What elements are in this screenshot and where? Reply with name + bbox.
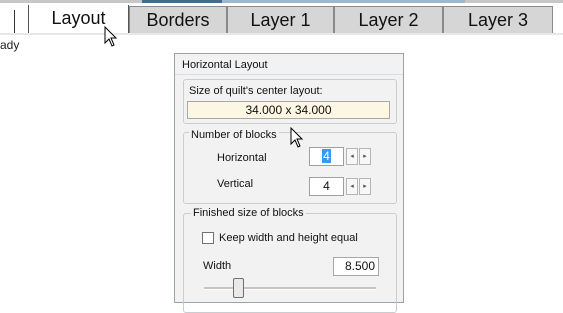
tab-layer-2[interactable]: Layer 2 xyxy=(334,6,443,33)
tab-label: Layer 3 xyxy=(467,10,529,30)
titlebar-accent xyxy=(142,0,222,3)
center-size-label: Size of quilt's center layout: xyxy=(189,85,323,97)
horizontal-blocks-value: 4 xyxy=(322,149,331,163)
tab-borders[interactable]: Borders xyxy=(129,6,227,33)
horizontal-label: Horizontal xyxy=(217,152,267,164)
spin-left-icon[interactable]: ◂ xyxy=(346,148,358,165)
panel-title: Horizontal Layout xyxy=(182,59,268,71)
spin-right-icon[interactable]: ▸ xyxy=(359,148,371,165)
spin-left-icon[interactable]: ◂ xyxy=(346,178,358,195)
titlebar-accent-light xyxy=(222,0,465,3)
arrow-cursor-icon xyxy=(104,26,118,47)
center-size-value: 34.000 x 34.000 xyxy=(187,101,390,119)
tab-layer-3[interactable]: Layer 3 xyxy=(443,6,553,33)
status-text: ady xyxy=(0,38,20,52)
tab-label: Layer 2 xyxy=(358,10,419,30)
width-slider-thumb[interactable] xyxy=(233,278,244,298)
arrow-cursor-icon xyxy=(290,127,304,148)
spin-right-icon[interactable]: ▸ xyxy=(359,178,371,195)
tab-label: Borders xyxy=(146,10,210,30)
vertical-blocks-input[interactable]: 4 xyxy=(309,177,344,196)
horizontal-layout-panel: Horizontal Layout Size of quilt's center… xyxy=(174,53,404,313)
tab-bar: Layout Borders Layer 1 Layer 2 Layer 3 xyxy=(0,0,563,36)
tab-bar-baseline xyxy=(0,33,563,35)
tab-layer-1[interactable]: Layer 1 xyxy=(227,6,334,33)
width-input[interactable]: 8.500 xyxy=(333,257,379,276)
width-slider-track[interactable] xyxy=(204,287,376,290)
width-label: Width xyxy=(203,260,232,272)
vertical-label: Vertical xyxy=(217,178,254,190)
panel-title-divider xyxy=(175,74,403,75)
horizontal-blocks-input[interactable]: 4 xyxy=(309,147,344,166)
tab-label: Layer 1 xyxy=(250,10,311,30)
finished-size-label: Finished size of blocks xyxy=(191,207,306,219)
tab-label: Layout xyxy=(51,8,106,28)
window-top-strip xyxy=(0,0,563,3)
keep-equal-label: Keep width and height equal xyxy=(219,232,358,244)
keep-equal-checkbox[interactable] xyxy=(202,232,214,244)
tab-divider xyxy=(14,10,15,34)
number-of-blocks-label: Number of blocks xyxy=(189,129,279,141)
